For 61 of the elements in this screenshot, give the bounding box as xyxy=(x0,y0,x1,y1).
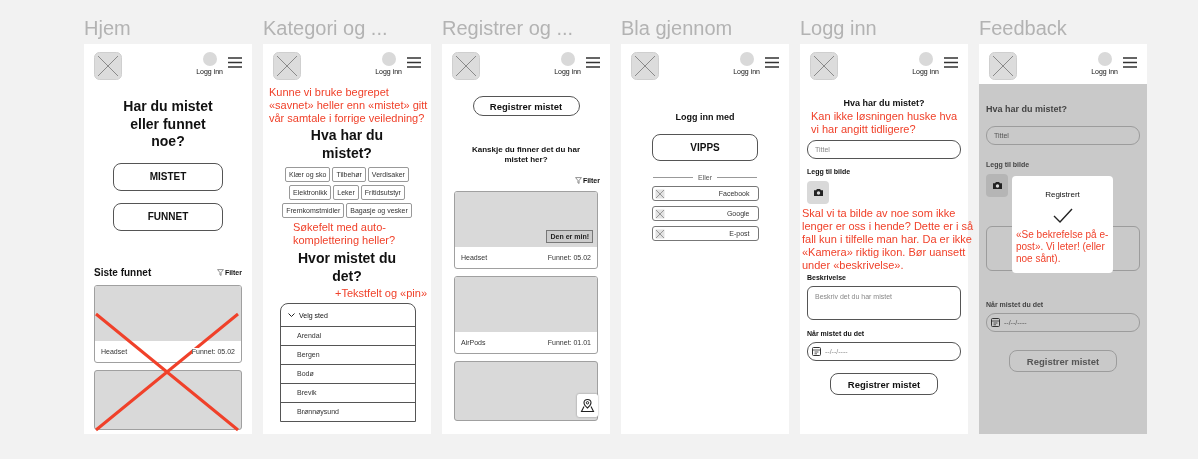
heading: Kanskje du finner det du har mistet her? xyxy=(471,145,581,165)
image-placeholder-icon xyxy=(654,228,665,239)
section-title: Siste funnet xyxy=(94,266,152,278)
frame-title: Logg inn xyxy=(800,16,878,41)
review-comment: Kan ikke løsningen huske hva vi har angitt tidligere? xyxy=(811,110,959,136)
heading: Hva har du mistet? xyxy=(309,127,385,162)
heading: Hva har du mistet? xyxy=(986,104,1069,114)
heading: Hva har du mistet? xyxy=(842,98,926,108)
heading: Hvor mistet du det? xyxy=(297,250,397,285)
menu-icon[interactable] xyxy=(944,57,958,68)
checkmark-icon xyxy=(1052,208,1073,223)
register-button[interactable]: Registrer mistet xyxy=(472,96,580,116)
menu-icon[interactable] xyxy=(1123,57,1137,68)
map-button[interactable] xyxy=(577,394,598,417)
camera-button[interactable] xyxy=(807,181,829,204)
review-comment: Søkefelt med auto-komplettering heller? xyxy=(293,221,397,247)
avatar-icon xyxy=(1097,52,1112,66)
frame-title: Kategori og ... xyxy=(263,16,389,41)
filter-icon xyxy=(216,268,224,276)
image-placeholder-icon xyxy=(94,52,122,80)
camera-button[interactable] xyxy=(986,174,1008,197)
menu-icon[interactable] xyxy=(765,57,779,68)
chevron-down-icon xyxy=(288,313,295,317)
image-placeholder-icon xyxy=(273,52,301,80)
review-comment: «Se bekrefelse på e-post». Vi leter! (eller noe sånt). xyxy=(1016,229,1109,265)
dialog-title: Registrert xyxy=(1045,190,1080,199)
filter-icon xyxy=(574,177,582,184)
frame-title: Hjem xyxy=(84,16,132,41)
avatar-icon xyxy=(918,52,933,66)
avatar-icon xyxy=(560,52,575,66)
avatar-icon xyxy=(381,52,396,66)
image-placeholder-icon xyxy=(989,52,1017,80)
avatar-icon xyxy=(739,52,754,66)
frame-title: Feedback xyxy=(979,16,1068,41)
image-placeholder-icon xyxy=(810,52,838,80)
choice-button[interactable]: MISTET xyxy=(113,162,223,191)
camera-icon xyxy=(991,181,1003,190)
register-button[interactable]: Registrer mistet xyxy=(1009,350,1117,372)
image-placeholder-icon xyxy=(654,188,665,199)
vipps-button[interactable]: VIPPS xyxy=(652,134,758,161)
frame-title: Registrer og ... xyxy=(442,16,575,41)
map-pin-icon xyxy=(580,398,595,413)
calendar-icon xyxy=(991,318,1000,327)
camera-icon xyxy=(812,188,824,197)
register-button[interactable]: Registrer mistet xyxy=(830,373,938,395)
choice-button[interactable]: FUNNET xyxy=(113,202,223,231)
avatar-icon xyxy=(202,52,217,66)
calendar-icon xyxy=(812,347,821,356)
review-comment: Skal vi ta bilde av noe som ikke lenger er oss i hende? Dette er i så fall kun i tilfelle man har. Da er ikke «Kamera» riktig ikon. Bør uansett under «beskrivelse». xyxy=(802,207,974,272)
item-card[interactable] xyxy=(94,369,242,430)
menu-icon[interactable] xyxy=(586,57,600,68)
heading: Logg inn med xyxy=(674,112,736,122)
image-placeholder-icon xyxy=(631,52,659,80)
menu-icon[interactable] xyxy=(228,57,242,68)
menu-icon[interactable] xyxy=(407,57,421,68)
review-comment: Kunne vi bruke begrepet «savnet» heller enn «mistet» gitt vår samtale i forrige veiledning? xyxy=(269,86,429,125)
image-placeholder-icon xyxy=(452,52,480,80)
heading: Har du mistet eller funnet noe? xyxy=(122,98,214,151)
frame-title: Bla gjennom xyxy=(621,16,734,41)
review-comment: +Tekstfelt og «pin» xyxy=(335,287,428,300)
image-placeholder-icon xyxy=(654,208,665,219)
